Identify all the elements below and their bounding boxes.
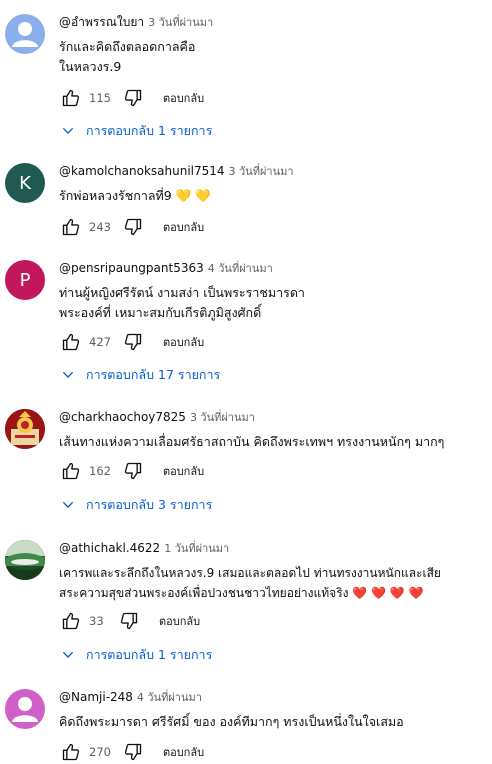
avatar-letter: K [19,172,31,194]
comment-text: เส้นทางแห่งความเลื่อมศรัธาสถาบัน คิดถึงพ… [59,434,445,449]
comment-header: @kamolchanoksahunil7514 3 วันที่ผ่านมา [59,163,484,180]
reply-button[interactable]: ตอบกลับ [163,743,204,761]
comment-text: เคารพและระลึกถึงในหลวงร.9 เสมอและตลอดไป … [59,566,441,600]
thumbs-up-icon [62,743,80,761]
like-button[interactable] [59,215,83,239]
thumbs-down-icon [120,612,138,630]
person-icon [12,697,38,722]
thumbs-up-icon [62,218,80,236]
avatar[interactable] [5,14,45,54]
thumbs-up-icon [62,333,80,351]
comment-time[interactable]: 3 วันที่ผ่านมา [148,16,213,29]
like-count: 33 [89,614,104,628]
comment-header: @Namji-248 4 วันที่ผ่านมา [59,689,484,706]
landscape-photo [5,540,45,580]
view-replies-button[interactable]: การตอบกลับ 17 รายการ [60,363,220,387]
replies-label: การตอบกลับ 1 รายการ [86,647,213,662]
comment-time[interactable]: 4 วันที่ผ่านมา [137,691,202,704]
comment-time[interactable]: 3 วันที่ผ่านมา [229,165,294,178]
view-replies-button[interactable]: การตอบกลับ 3 รายการ [60,493,212,517]
comment-text: ท่านผู้หญิงศรีรัตน์ งามสง่า เป็นพระราชมา… [59,285,305,320]
comment-actions: 33 ตอบกลับ [59,609,200,633]
dislike-button[interactable] [121,86,145,110]
dislike-button[interactable] [121,459,145,483]
dislike-button[interactable] [121,740,145,764]
avatar-letter: P [19,269,31,291]
dislike-button[interactable] [121,215,145,239]
comment-header: @pensripaungpant5363 4 วันที่ผ่านมา [59,260,484,277]
comment-header: @อำพรรณใบยา 3 วันที่ผ่านมา [59,14,484,31]
author-name[interactable]: @charkhaochoy7825 [59,410,186,424]
comment-text: คิดถึงพระมารดา ศรีรัศมิ์ ของ องค์ทีมากๆ … [59,714,404,729]
like-count: 270 [89,745,111,759]
thumbs-down-icon [124,743,142,761]
comment-time[interactable]: 1 วันที่ผ่านมา [164,542,229,555]
like-button[interactable] [59,459,83,483]
view-replies-button[interactable]: การตอบกลับ 1 รายการ [60,643,212,667]
thumbs-down-icon [124,218,142,236]
avatar[interactable]: P [5,260,45,300]
thumbs-down-icon [124,462,142,480]
author-name[interactable]: @athichakl.4622 [59,541,160,555]
comment-actions: 162 ตอบกลับ [59,459,204,483]
author-name[interactable]: @pensripaungpant5363 [59,261,204,275]
avatar[interactable] [5,689,45,729]
like-button[interactable] [59,740,83,764]
reply-button[interactable]: ตอบกลับ [163,89,204,107]
dislike-button[interactable] [117,609,141,633]
dislike-button[interactable] [121,330,145,354]
chevron-down-icon [62,127,74,134]
comment-actions: 270 ตอบกลับ [59,740,204,764]
thumbs-down-icon [124,333,142,351]
avatar[interactable]: K [5,163,45,203]
thumbs-up-icon [62,89,80,107]
avatar[interactable] [5,409,45,449]
comment-actions: 115 ตอบกลับ [59,86,204,110]
reply-button[interactable]: ตอบกลับ [159,612,200,630]
like-count: 243 [89,220,111,234]
chevron-down-icon [62,651,74,658]
chevron-down-icon [62,501,74,508]
replies-label: การตอบกลับ 17 รายการ [86,367,221,382]
reply-button[interactable]: ตอบกลับ [163,218,204,236]
like-count: 162 [89,464,111,478]
comment-header: @charkhaochoy7825 3 วันที่ผ่านมา [59,409,484,426]
avatar[interactable] [5,540,45,580]
comment-header: @athichakl.4622 1 วันที่ผ่านมา [59,540,484,557]
comment-time[interactable]: 4 วันที่ผ่านมา [208,262,273,275]
like-button[interactable] [59,330,83,354]
comment-actions: 243 ตอบกลับ [59,215,204,239]
author-name[interactable]: @kamolchanoksahunil7514 [59,164,225,178]
like-button[interactable] [59,86,83,110]
thumbs-up-icon [62,612,80,630]
comment-text: รักและคิดถึงตลอดกาลคือ ในหลวงร.9 [59,39,196,74]
comment-time[interactable]: 3 วันที่ผ่านมา [190,411,255,424]
author-name[interactable]: @อำพรรณใบยา [59,15,144,29]
chevron-down-icon [62,371,74,378]
thumbs-down-icon [124,89,142,107]
like-count: 115 [89,91,111,105]
like-count: 427 [89,335,111,349]
thumbs-up-icon [62,462,80,480]
comment-actions: 427 ตอบกลับ [59,330,204,354]
replies-label: การตอบกลับ 1 รายการ [86,123,213,138]
author-name[interactable]: @Namji-248 [59,690,133,704]
like-button[interactable] [59,609,83,633]
person-icon [12,22,38,47]
reply-button[interactable]: ตอบกลับ [163,333,204,351]
reply-button[interactable]: ตอบกลับ [163,462,204,480]
view-replies-button[interactable]: การตอบกลับ 1 รายการ [60,119,212,143]
comment-text: รักพ่อหลวงรัชกาลที่9 💛 💛 [59,188,211,203]
replies-label: การตอบกลับ 3 รายการ [86,497,213,512]
emblem-photo [5,409,45,449]
